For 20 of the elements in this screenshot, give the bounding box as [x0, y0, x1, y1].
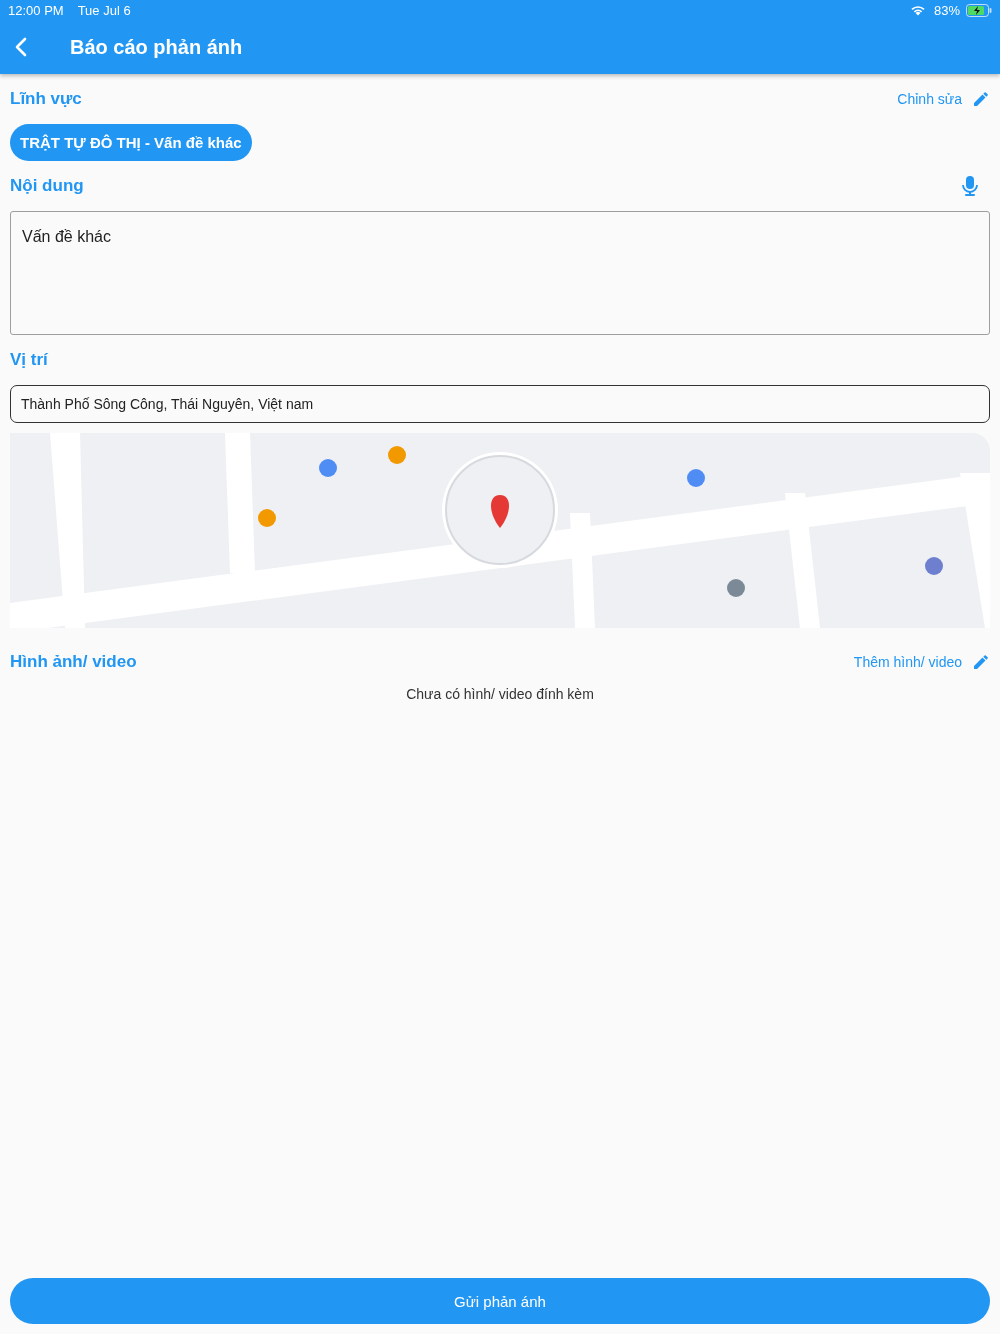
edit-link[interactable]: Chỉnh sửa: [897, 91, 962, 107]
section-title: Lĩnh vực: [10, 89, 83, 109]
wifi-icon: [909, 4, 926, 16]
section-title: Nội dung: [10, 176, 85, 196]
submit-button[interactable]: Gửi phản ánh: [10, 1278, 990, 1324]
status-time: 12:00 PM: [8, 2, 64, 18]
battery-icon: [966, 3, 992, 17]
screen-title: Báo cáo phản ánh: [70, 35, 243, 59]
pencil-icon[interactable]: [974, 655, 988, 669]
section-title: Vị trí: [10, 350, 49, 370]
category-chip[interactable]: TRẬT TỰ ĐÔ THỊ - Vấn đề khác: [10, 124, 252, 161]
microphone-icon[interactable]: [962, 176, 978, 196]
pencil-icon[interactable]: [974, 92, 988, 106]
section-title: Hình ảnh/ video: [10, 652, 138, 672]
empty-media-text: Chưa có hình/ video đính kèm: [405, 686, 595, 702]
content-field[interactable]: Vấn đề khác: [10, 211, 990, 335]
status-date: Tue Jul 6: [77, 2, 131, 18]
location-field[interactable]: Thành Phố Sông Công, Thái Nguyên, Việt nam: [10, 385, 990, 423]
battery-percentage: 83%: [933, 2, 960, 18]
add-media-link[interactable]: Thêm hình/ video: [853, 654, 962, 670]
